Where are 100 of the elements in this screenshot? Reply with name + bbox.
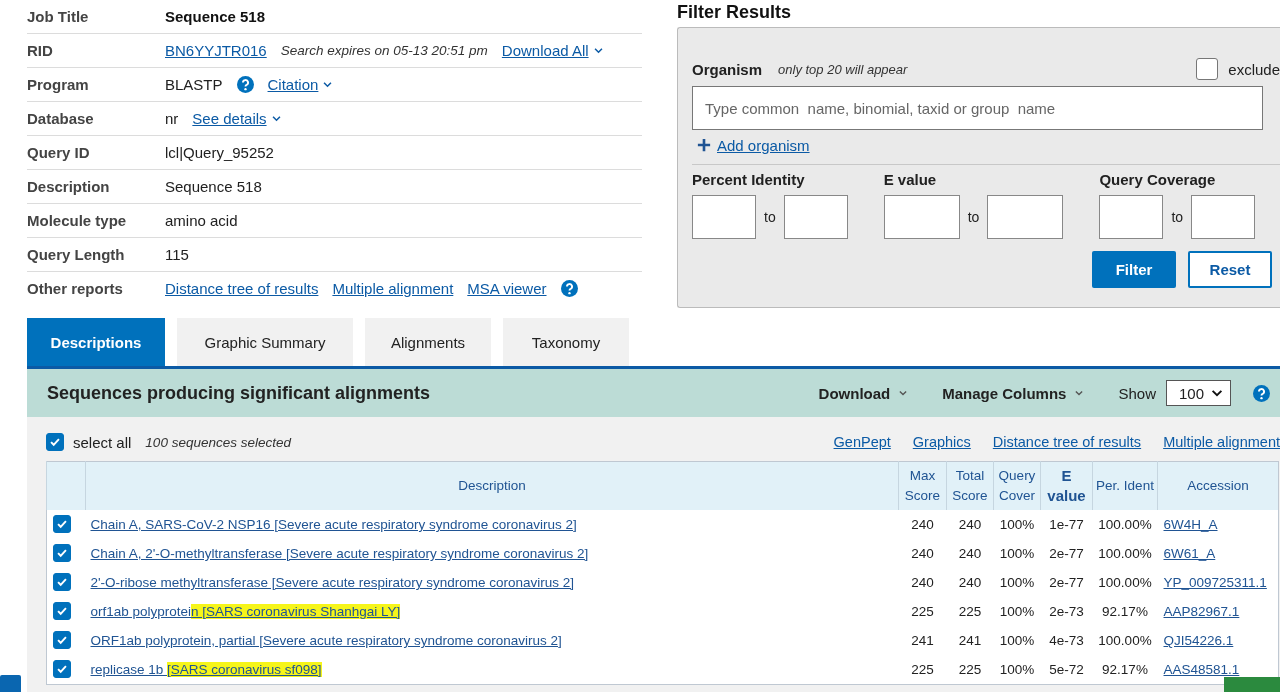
caret-icon[interactable] bbox=[592, 45, 604, 56]
link[interactable]: Citation bbox=[267, 76, 319, 93]
checkbox[interactable] bbox=[53, 515, 71, 533]
expiry-note: Search expires on 05-13 20:51 pm bbox=[280, 43, 488, 58]
field-label: Other reports bbox=[27, 280, 124, 297]
table-cell: 100% bbox=[999, 604, 1035, 619]
plus-icon[interactable] bbox=[697, 138, 711, 152]
add-organism-link[interactable]: Add organism bbox=[717, 136, 810, 154]
description-link[interactable]: Chain A, SARS-CoV-2 NSP16 [Severe acute respiratory syndrome coronavirus 2] bbox=[90, 517, 577, 532]
range-field[interactable] bbox=[987, 195, 1064, 239]
organism-field[interactable]: Type common name, binomial, taxid or group name bbox=[692, 86, 1263, 130]
link[interactable]: Distance tree of results bbox=[992, 434, 1142, 450]
accession-link[interactable]: AAP82967.1 bbox=[1163, 604, 1240, 619]
caret-icon[interactable] bbox=[270, 113, 282, 124]
field-label: Job Title bbox=[27, 8, 90, 25]
accession-link[interactable]: 6W61_A bbox=[1163, 546, 1216, 561]
table-cell: 2e-73 bbox=[1049, 604, 1084, 619]
checkbox[interactable] bbox=[53, 544, 71, 562]
accession-link[interactable]: QJI54226.1 bbox=[1163, 633, 1234, 648]
column-header[interactable]: Description bbox=[85, 461, 899, 510]
hint-text: only top 20 will appear bbox=[778, 61, 908, 77]
link[interactable]: MSA viewer bbox=[467, 280, 547, 297]
table-cell: 92.17% bbox=[1102, 662, 1148, 677]
column-header[interactable]: E value bbox=[1040, 461, 1093, 510]
range-field[interactable] bbox=[1099, 195, 1164, 239]
link[interactable]: Multiple alignment bbox=[332, 280, 454, 297]
tab[interactable]: Descriptions bbox=[27, 318, 165, 366]
field-label: Description bbox=[27, 178, 111, 195]
checkbox[interactable] bbox=[53, 631, 71, 649]
table-cell: 225 bbox=[911, 604, 934, 619]
table-cell: 100% bbox=[999, 546, 1035, 561]
table-cell: 100.00% bbox=[1098, 633, 1152, 648]
field-label: Program bbox=[27, 76, 90, 93]
table-cell: 240 bbox=[911, 575, 934, 590]
range-field[interactable] bbox=[783, 195, 848, 239]
field-label: Organism bbox=[692, 60, 763, 78]
table-cell: 241 bbox=[911, 633, 934, 648]
checkbox-label: exclude bbox=[1228, 60, 1280, 78]
table-cell: 225 bbox=[958, 662, 982, 677]
column-header[interactable]: Query Cover bbox=[993, 461, 1041, 510]
column-header[interactable]: Max Score bbox=[898, 461, 947, 510]
description-link[interactable]: 2'-O-ribose methyltransferase [Severe acute respiratory syndrome coronavirus 2] bbox=[90, 575, 575, 590]
menu-button[interactable]: Manage Columns bbox=[942, 384, 1067, 402]
link[interactable]: BN6YYJTR016 bbox=[165, 42, 267, 59]
link[interactable]: Distance tree of results bbox=[165, 280, 319, 297]
field-label: Query ID bbox=[27, 144, 91, 161]
checkbox[interactable] bbox=[53, 573, 71, 591]
field-label: Database bbox=[27, 110, 95, 127]
table-cell: 240 bbox=[958, 575, 982, 590]
field-value: nr bbox=[165, 110, 179, 127]
field-label: RID bbox=[27, 42, 54, 59]
table-cell: 241 bbox=[958, 633, 982, 648]
field-label: E value bbox=[883, 171, 938, 190]
checkbox[interactable] bbox=[53, 602, 71, 620]
table-cell: 240 bbox=[911, 546, 934, 561]
reset-button[interactable]: Reset bbox=[1188, 251, 1272, 288]
tab[interactable]: Graphic Summary bbox=[177, 318, 353, 366]
link[interactable]: See details bbox=[192, 110, 267, 127]
link[interactable]: Download All bbox=[501, 42, 589, 59]
table-cell: 5e-72 bbox=[1049, 662, 1084, 677]
help-icon[interactable] bbox=[236, 76, 254, 93]
column-header[interactable]: Accession bbox=[1157, 461, 1279, 510]
show-select[interactable]: 100 bbox=[1165, 380, 1231, 406]
filter-button[interactable]: Filter bbox=[1092, 251, 1176, 288]
table-cell: 92.17% bbox=[1102, 604, 1148, 619]
checkbox-label: select all bbox=[73, 433, 132, 451]
field-label: Percent Identity bbox=[692, 171, 806, 190]
column-header[interactable]: Total Score bbox=[946, 461, 994, 510]
range-field[interactable] bbox=[692, 195, 756, 239]
link[interactable]: GenPept bbox=[833, 434, 891, 450]
section-title: Sequences producing significant alignments bbox=[47, 382, 431, 404]
menu-button[interactable]: Download bbox=[818, 384, 891, 402]
table-cell: 240 bbox=[958, 546, 982, 561]
range-separator: to bbox=[967, 209, 980, 225]
link[interactable]: Multiple alignment bbox=[1163, 434, 1280, 450]
link[interactable]: Graphics bbox=[912, 434, 971, 450]
floating-panel-edge bbox=[1224, 677, 1280, 692]
table-cell: 100% bbox=[999, 575, 1035, 590]
accession-link[interactable]: AAS48581.1 bbox=[1163, 662, 1240, 677]
description-link[interactable]: Chain A, 2'-O-methyltransferase [Severe acute respiratory syndrome coronavirus 2] bbox=[90, 546, 589, 561]
accession-link[interactable]: YP_009725311.1 bbox=[1163, 575, 1267, 590]
range-field[interactable] bbox=[883, 195, 960, 239]
tab[interactable]: Alignments bbox=[365, 318, 491, 366]
checkbox[interactable] bbox=[1196, 58, 1219, 80]
help-icon[interactable] bbox=[1253, 384, 1270, 402]
column-header[interactable]: Per. Ident bbox=[1092, 461, 1158, 510]
table-cell: 240 bbox=[958, 517, 982, 532]
help-icon[interactable] bbox=[560, 280, 578, 297]
accession-link[interactable]: 6W4H_A bbox=[1163, 517, 1218, 532]
checkbox[interactable] bbox=[46, 433, 64, 451]
caret-icon[interactable] bbox=[322, 79, 334, 90]
field-value: Sequence 518 bbox=[165, 178, 262, 195]
field-label: Query Length bbox=[27, 246, 126, 263]
checkbox[interactable] bbox=[53, 660, 71, 678]
description-link[interactable]: ORF1ab polyprotein, partial [Severe acute respiratory syndrome coronavirus 2] bbox=[90, 633, 562, 648]
table-cell: 2e-77 bbox=[1049, 546, 1084, 561]
tab[interactable]: Taxonomy bbox=[503, 318, 629, 366]
range-field[interactable] bbox=[1191, 195, 1256, 239]
range-separator: to bbox=[764, 209, 776, 225]
section-title: Filter Results bbox=[677, 1, 793, 24]
